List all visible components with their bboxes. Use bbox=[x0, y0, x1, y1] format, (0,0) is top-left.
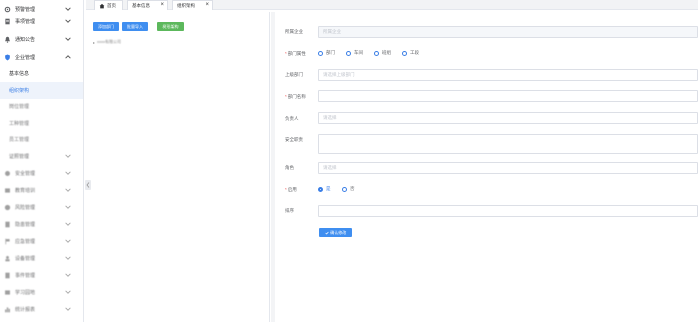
sidebar-item-more-4[interactable]: 应急管理 bbox=[0, 233, 83, 250]
document-icon bbox=[3, 18, 11, 26]
caret-right-icon: ▸ bbox=[93, 39, 96, 45]
dept-type-radio-dept[interactable]: 部门 bbox=[318, 50, 335, 56]
sidebar-item-label: 通知公告 bbox=[15, 37, 36, 43]
chevron-down-icon bbox=[65, 171, 71, 175]
shield-icon bbox=[3, 54, 11, 62]
dept-type-radio-workshop[interactable]: 车间 bbox=[346, 50, 363, 56]
sidebar-item-more-3[interactable]: 隐患管理 bbox=[0, 216, 83, 233]
parent-dept-label: 上级部门 bbox=[285, 72, 303, 77]
company-input[interactable]: 所属企业 bbox=[318, 26, 698, 38]
confirm-submit-button[interactable]: 确认修改 bbox=[319, 228, 352, 237]
sidebar-item-more-0[interactable]: 安全管理 bbox=[0, 165, 83, 182]
chevron-down-icon bbox=[65, 273, 71, 277]
sidebar-subitem-licenses[interactable]: 证照管理 bbox=[0, 148, 83, 165]
tree-node-root[interactable]: ▸ xxxx有限公司 bbox=[93, 39, 121, 45]
home-icon bbox=[99, 3, 105, 8]
sidebar-item-enterprise[interactable]: 企业管理 bbox=[0, 49, 83, 66]
flag-icon bbox=[3, 238, 11, 246]
user-icon bbox=[3, 255, 11, 263]
leader-select[interactable]: 请选择 bbox=[318, 112, 698, 124]
tabs-bar: 首页 基本信息 × 组织架构 × bbox=[86, 0, 698, 10]
sidebar-item-more-2[interactable]: 风险管理 bbox=[0, 199, 83, 216]
order-input[interactable] bbox=[318, 205, 698, 217]
panel-divider bbox=[271, 12, 275, 322]
enabled-radio-no[interactable]: 否 bbox=[342, 186, 355, 192]
sidebar-subitem-org-structure[interactable]: 组织架构 bbox=[0, 82, 83, 99]
chevron-down-icon bbox=[65, 307, 71, 311]
dept-type-label: *部门属性 bbox=[285, 51, 306, 56]
chevron-down-icon bbox=[65, 188, 71, 192]
chevron-down-icon bbox=[65, 19, 71, 23]
dept-name-input[interactable] bbox=[318, 90, 698, 102]
order-label: 排序 bbox=[285, 208, 294, 213]
warning-icon bbox=[3, 204, 11, 212]
bell-icon bbox=[3, 36, 11, 44]
close-icon[interactable]: × bbox=[205, 2, 209, 8]
sidebar-item-label: 预警管理 bbox=[15, 7, 36, 13]
sidebar-subitem-basic-info[interactable]: 基本信息 bbox=[0, 65, 83, 82]
chevron-down-icon bbox=[65, 7, 71, 11]
safety-duty-label: 安全职责 bbox=[285, 137, 303, 142]
chevron-down-icon bbox=[65, 222, 71, 226]
chevron-up-icon bbox=[65, 55, 71, 59]
batch-import-button[interactable]: 批量导入 bbox=[122, 22, 148, 31]
dept-name-label: *部门名称 bbox=[285, 94, 306, 99]
gear-icon bbox=[3, 170, 11, 178]
tab-org-structure[interactable]: 组织架构 × bbox=[172, 0, 213, 10]
sidebar-item-label: 事项管理 bbox=[15, 19, 36, 25]
close-icon[interactable]: × bbox=[160, 2, 164, 8]
org-tree-panel: 添加部门 批量导入 树形架构 ▸ xxxx有限公司 bbox=[86, 12, 270, 322]
chart-icon bbox=[3, 306, 11, 314]
chevron-down-icon bbox=[65, 256, 71, 260]
sidebar: 预警管理 事项管理 通知公告 企业管理 基本信息 组织架构 岗位管理 工种管理 … bbox=[0, 0, 84, 322]
sidebar-item-more-6[interactable]: 事件管理 bbox=[0, 267, 83, 284]
tab-basic-info[interactable]: 基本信息 × bbox=[127, 0, 168, 10]
sidebar-subitem-work-types[interactable]: 工种管理 bbox=[0, 115, 83, 132]
chevron-down-icon bbox=[65, 239, 71, 243]
sidebar-item-matters[interactable]: 事项管理 bbox=[0, 13, 83, 30]
parent-dept-select[interactable]: 请选择上级部门 bbox=[318, 69, 698, 81]
leader-label: 负责人 bbox=[285, 116, 299, 121]
check-icon bbox=[325, 231, 329, 234]
chevron-down-icon bbox=[65, 37, 71, 41]
book-icon bbox=[3, 289, 11, 297]
enabled-label: *启用 bbox=[285, 187, 297, 192]
sidebar-item-notice[interactable]: 通知公告 bbox=[0, 31, 83, 48]
role-select[interactable]: 请选择 bbox=[318, 162, 698, 174]
sidebar-subitem-employees[interactable]: 员工管理 bbox=[0, 131, 83, 148]
company-label: 所属企业 bbox=[285, 29, 303, 34]
list-icon bbox=[3, 272, 11, 280]
tree-structure-button[interactable]: 树形架构 bbox=[157, 22, 184, 31]
sidebar-item-more-1[interactable]: 教育培训 bbox=[0, 182, 83, 199]
sidebar-item-label: 企业管理 bbox=[15, 55, 36, 61]
sidebar-item-more-8[interactable]: 统计报表 bbox=[0, 301, 83, 318]
add-department-button[interactable]: 添加部门 bbox=[93, 22, 119, 31]
clipboard-icon bbox=[3, 221, 11, 229]
sidebar-item-more-7[interactable]: 学习园地 bbox=[0, 284, 83, 301]
chevron-down-icon bbox=[65, 205, 71, 209]
dept-type-radio-section[interactable]: 工段 bbox=[402, 50, 419, 56]
chevron-down-icon bbox=[65, 154, 71, 158]
chevron-down-icon bbox=[65, 290, 71, 294]
sidebar-item-more-5[interactable]: 设备管理 bbox=[0, 250, 83, 267]
tab-home[interactable]: 首页 bbox=[94, 0, 123, 10]
enabled-radio-yes[interactable]: 是 bbox=[318, 186, 331, 192]
role-label: 角色 bbox=[285, 165, 294, 170]
safety-duty-textarea[interactable] bbox=[318, 134, 698, 154]
sidebar-subitem-posts[interactable]: 岗位管理 bbox=[0, 98, 83, 115]
dept-type-radio-team[interactable]: 班组 bbox=[374, 50, 391, 56]
book-icon bbox=[3, 187, 11, 195]
